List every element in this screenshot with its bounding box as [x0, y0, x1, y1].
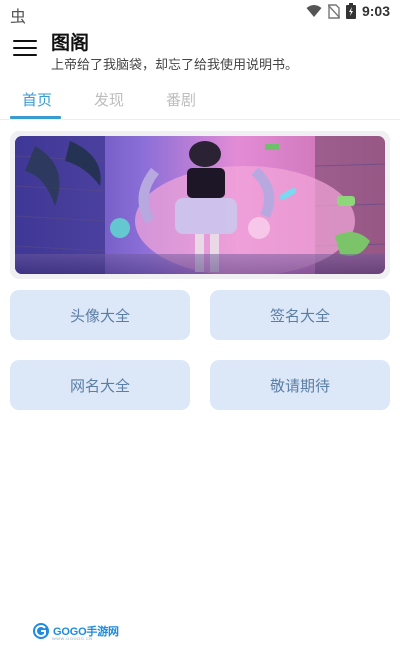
status-bar: 虫 9:03: [0, 0, 400, 26]
signature-collection-button[interactable]: 签名大全: [210, 290, 390, 340]
no-sim-icon: [327, 3, 340, 19]
app-header: 图阁 上帝给了我脑袋，却忘了给我使用说明书。: [0, 26, 400, 76]
status-icons: 9:03: [306, 3, 390, 19]
tab-bar: 首页 发现 番剧: [0, 80, 400, 120]
active-tab-indicator: [10, 116, 61, 119]
banner-carousel[interactable]: [10, 131, 390, 279]
app-title: 图阁: [51, 32, 90, 54]
hamburger-menu-icon[interactable]: [13, 40, 37, 60]
clock: 9:03: [361, 3, 390, 19]
tab-discover[interactable]: 发现: [94, 89, 124, 110]
avatar-collection-button[interactable]: 头像大全: [10, 290, 190, 340]
gogo-logo-icon: [33, 623, 49, 639]
watermark: GOGO手游网 WWW.GOGOO.CN: [32, 620, 119, 642]
coming-soon-button[interactable]: 敬请期待: [210, 360, 390, 410]
app-subtitle: 上帝给了我脑袋，却忘了给我使用说明书。: [51, 58, 299, 73]
notification-glyph: 虫: [10, 7, 27, 26]
watermark-url: WWW.GOGOO.CN: [52, 636, 93, 641]
battery-charging-icon: [345, 3, 356, 19]
wifi-icon: [306, 5, 322, 17]
tab-drama[interactable]: 番剧: [166, 89, 196, 110]
tab-home[interactable]: 首页: [22, 89, 52, 110]
banner-photo: [15, 136, 385, 274]
nickname-collection-button[interactable]: 网名大全: [10, 360, 190, 410]
